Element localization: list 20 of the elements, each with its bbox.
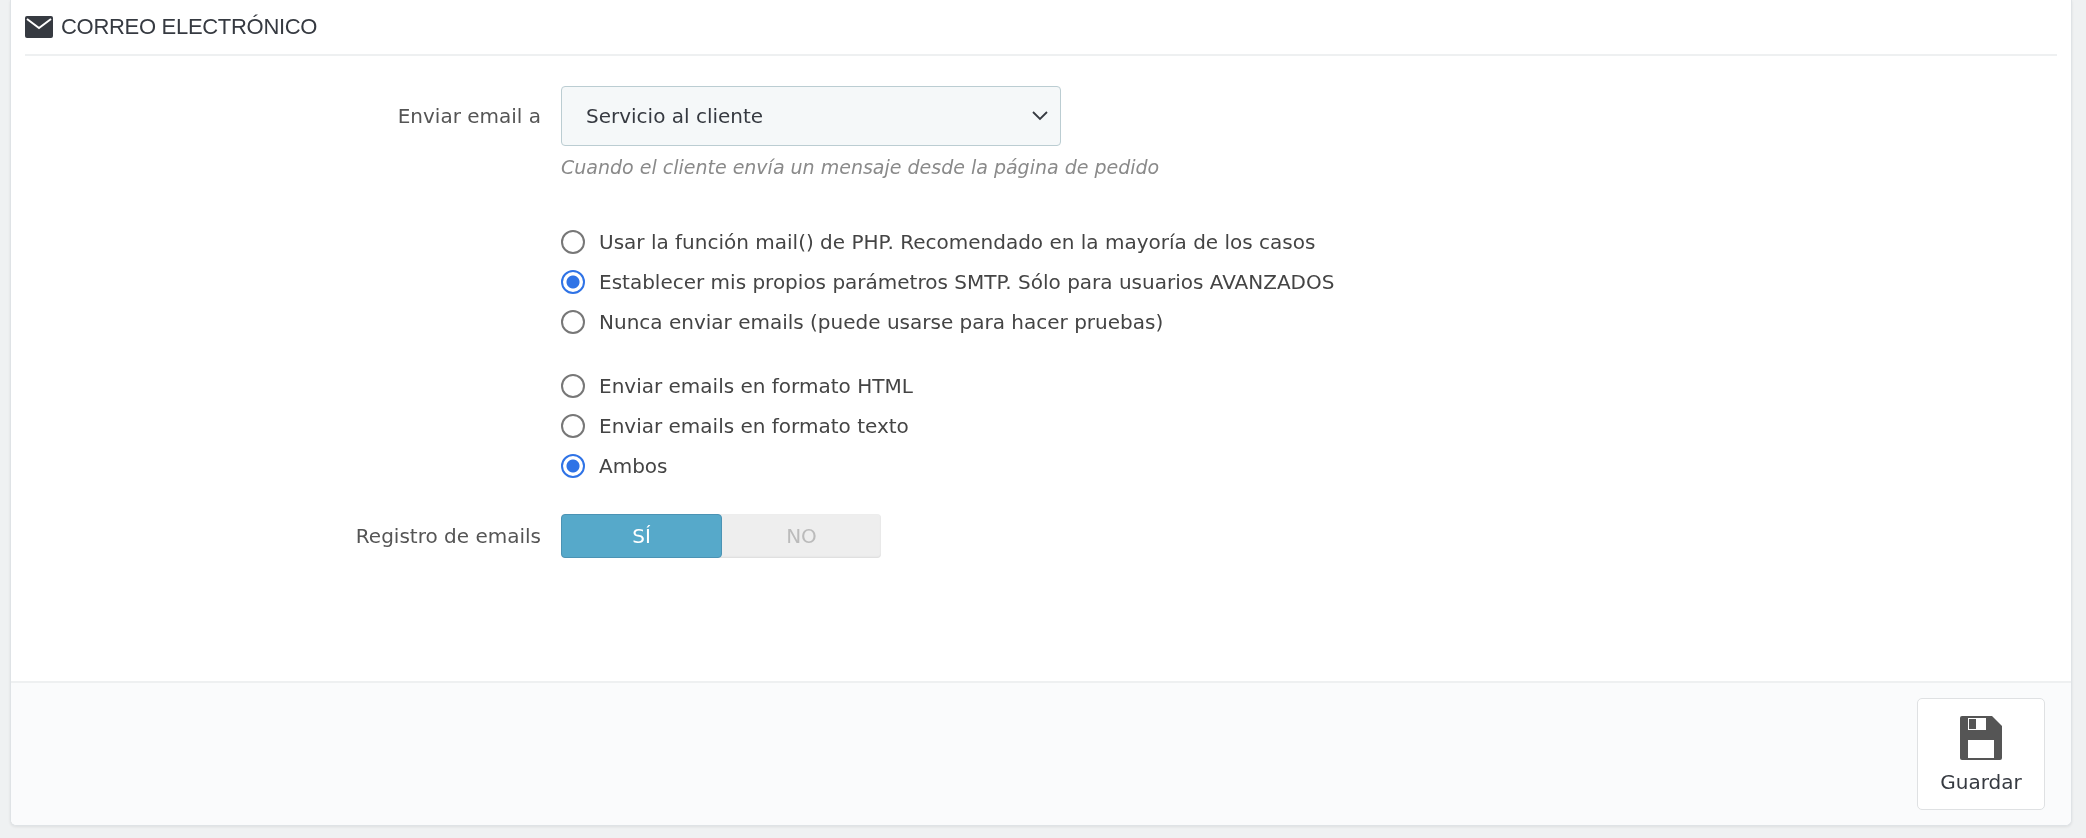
help-text: Cuando el cliente envía un mensaje desde la página de pedido — [561, 156, 1161, 178]
radio-button[interactable] — [561, 310, 585, 334]
radio-label: Enviar emails en formato HTML — [599, 374, 913, 398]
field-label: Registro de emails — [354, 524, 541, 548]
save-button[interactable]: Guardar — [1917, 698, 2045, 810]
radio-button[interactable] — [561, 454, 585, 478]
radio-button[interactable] — [561, 230, 585, 254]
radio-button[interactable] — [561, 374, 585, 398]
chevron-down-icon — [1032, 111, 1048, 121]
radio-button[interactable] — [561, 270, 585, 294]
select-field[interactable]: Servicio al cliente — [561, 86, 1061, 146]
radio-label: Nunca enviar emails (puede usarse para hacer pruebas) — [599, 310, 1164, 334]
panel-title: CORREO ELECTRÓNICO — [61, 14, 318, 40]
radio-label: Enviar emails en formato texto — [599, 414, 909, 438]
radio-label: Establecer mis propios parámetros SMTP. Sólo para usuarios AVANZADOS — [599, 270, 1335, 294]
radio-button[interactable] — [561, 414, 585, 438]
radio-label: Ambos — [599, 454, 668, 478]
envelope-icon — [25, 16, 53, 38]
field-label: Enviar email a — [396, 104, 541, 128]
radio-label: Usar la función mail() de PHP. Recomendado en la mayoría de los casos — [599, 230, 1316, 254]
